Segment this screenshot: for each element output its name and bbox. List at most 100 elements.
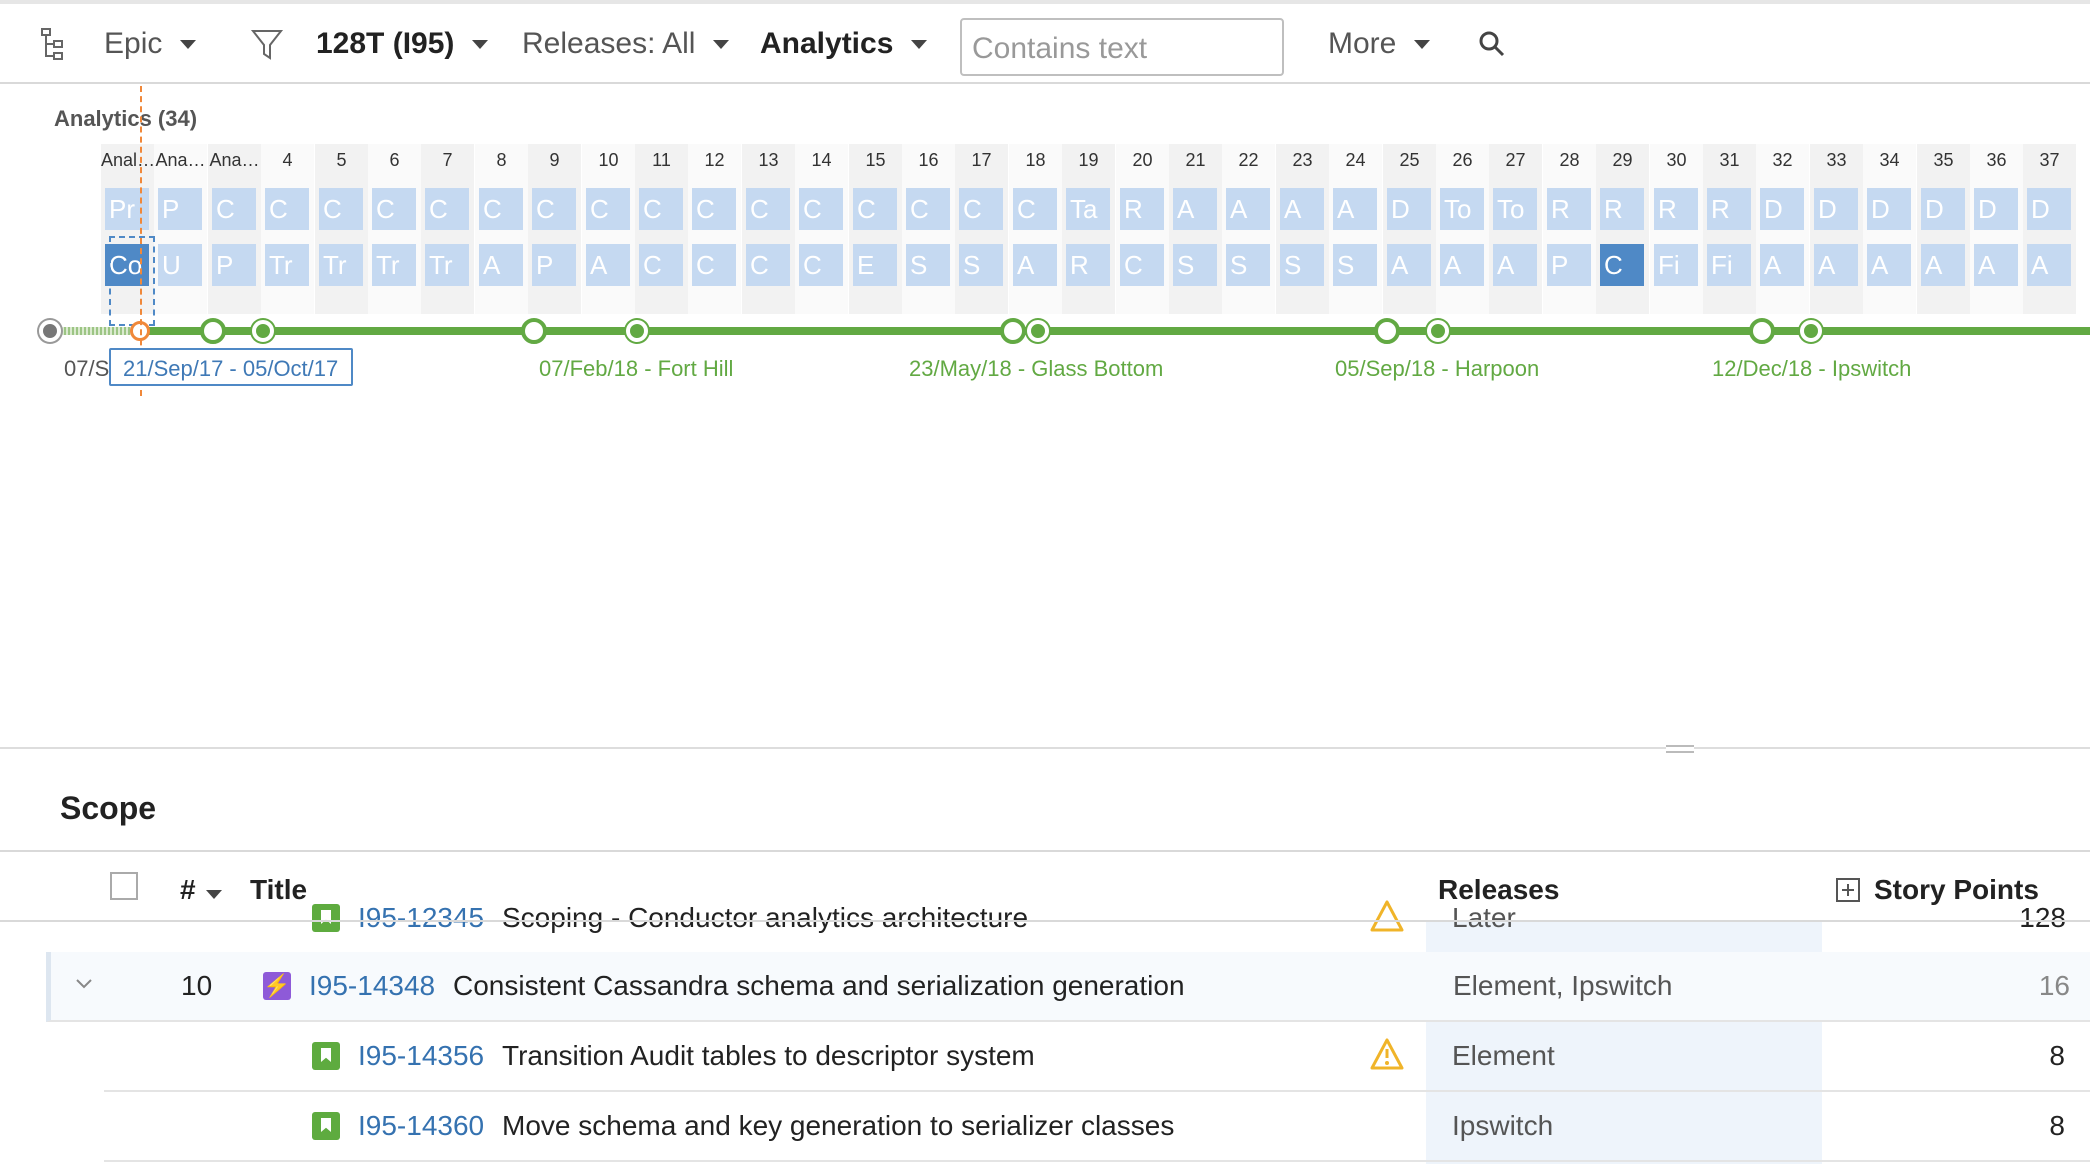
sprint-column-header[interactable]: 30 bbox=[1650, 150, 1703, 171]
issue-card[interactable]: A bbox=[1280, 188, 1324, 230]
sprint-column-header[interactable]: 7 bbox=[421, 150, 474, 171]
sprint-column-header[interactable]: 36 bbox=[1970, 150, 2023, 171]
milestone-label[interactable]: 23/May/18 - Glass Bottom bbox=[909, 356, 1163, 382]
search-input[interactable]: Contains text bbox=[960, 18, 1284, 76]
milestone-node[interactable] bbox=[1000, 318, 1026, 344]
sprint-column-header[interactable]: 14 bbox=[795, 150, 848, 171]
issue-card[interactable]: D bbox=[1921, 188, 1965, 230]
sprint-column-header[interactable]: 35 bbox=[1917, 150, 1970, 171]
sprint-column-header[interactable]: 9 bbox=[528, 150, 581, 171]
epic-dropdown[interactable]: Epic bbox=[104, 4, 197, 84]
issue-card[interactable]: P bbox=[1547, 244, 1591, 286]
sprint-column-header[interactable]: 28 bbox=[1543, 150, 1596, 171]
issue-card[interactable]: S bbox=[1333, 244, 1377, 286]
issue-card[interactable]: C bbox=[212, 188, 256, 230]
project-dropdown[interactable]: 128T (I95) bbox=[316, 4, 489, 84]
issue-card[interactable]: S bbox=[906, 244, 950, 286]
sprint-column-header[interactable]: 29 bbox=[1596, 150, 1649, 171]
column-title[interactable]: Title bbox=[250, 874, 307, 906]
sprint-column-header[interactable]: 33 bbox=[1810, 150, 1863, 171]
issue-card[interactable]: A bbox=[586, 244, 630, 286]
issue-title[interactable]: Consistent Cassandra schema and serializ… bbox=[453, 970, 1185, 1002]
issue-card[interactable]: C bbox=[586, 188, 630, 230]
issue-card[interactable]: A bbox=[1226, 188, 1270, 230]
sprint-column-header[interactable]: 26 bbox=[1436, 150, 1489, 171]
issue-card[interactable]: E bbox=[853, 244, 897, 286]
column-story-points[interactable]: Story Points bbox=[1836, 874, 2039, 906]
select-all-checkbox[interactable] bbox=[110, 872, 138, 900]
issue-card[interactable]: C bbox=[853, 188, 897, 230]
issue-card[interactable]: C bbox=[372, 188, 416, 230]
milestone-label[interactable]: 12/Dec/18 - Ipswitch bbox=[1712, 356, 1911, 382]
issue-card[interactable]: A bbox=[1921, 244, 1965, 286]
sprint-column-header[interactable]: 27 bbox=[1489, 150, 1542, 171]
issue-card[interactable]: P bbox=[532, 244, 576, 286]
issue-card[interactable]: C bbox=[746, 188, 790, 230]
issue-card[interactable]: P bbox=[212, 244, 256, 286]
sprint-column-header[interactable]: 22 bbox=[1222, 150, 1275, 171]
issue-card[interactable]: C bbox=[639, 188, 683, 230]
milestone-node[interactable] bbox=[626, 320, 648, 342]
issue-card[interactable]: U bbox=[158, 244, 202, 286]
sprint-column-header[interactable]: 5 bbox=[315, 150, 368, 171]
sprint-column-header[interactable]: 15 bbox=[849, 150, 902, 171]
chevron-down-icon[interactable] bbox=[75, 978, 93, 990]
issue-card[interactable]: S bbox=[959, 244, 1003, 286]
issue-card[interactable]: R bbox=[1066, 244, 1110, 286]
issue-card[interactable]: A bbox=[1387, 244, 1431, 286]
issue-card[interactable]: C bbox=[265, 188, 309, 230]
sprint-column-header[interactable]: 13 bbox=[742, 150, 795, 171]
issue-card[interactable]: C bbox=[319, 188, 363, 230]
funnel-icon[interactable] bbox=[250, 4, 284, 84]
issue-card[interactable]: C bbox=[692, 244, 736, 286]
column-releases[interactable]: Releases bbox=[1438, 874, 1559, 906]
issue-card[interactable]: C bbox=[906, 188, 950, 230]
issue-card[interactable]: C bbox=[746, 244, 790, 286]
milestone-node[interactable] bbox=[1027, 320, 1049, 342]
issue-card[interactable]: C bbox=[1013, 188, 1057, 230]
current-sprint-label[interactable]: 21/Sep/17 - 05/Oct/17 bbox=[109, 348, 353, 386]
expand-plus-icon[interactable] bbox=[1836, 878, 1860, 902]
issue-card[interactable]: C bbox=[425, 188, 469, 230]
issue-card[interactable]: Fi bbox=[1654, 244, 1698, 286]
sprint-column-header[interactable]: 17 bbox=[955, 150, 1008, 171]
issue-card[interactable]: A bbox=[1013, 244, 1057, 286]
sprint-column-header[interactable]: 10 bbox=[582, 150, 635, 171]
issue-card[interactable]: Tr bbox=[319, 244, 363, 286]
issue-id[interactable]: I95-14356 bbox=[358, 1040, 484, 1072]
issue-card[interactable]: C bbox=[959, 188, 1003, 230]
issue-card[interactable]: D bbox=[2027, 188, 2071, 230]
pane-splitter[interactable] bbox=[0, 747, 2090, 749]
issue-title[interactable]: Transition Audit tables to descriptor sy… bbox=[502, 1040, 1035, 1072]
releases-dropdown[interactable]: Releases: All bbox=[522, 4, 730, 84]
issue-card[interactable]: A bbox=[1867, 244, 1911, 286]
milestone-label[interactable]: 07/Feb/18 - Fort Hill bbox=[539, 356, 733, 382]
issue-card[interactable]: R bbox=[1654, 188, 1698, 230]
issue-card[interactable]: A bbox=[1440, 244, 1484, 286]
issue-card[interactable]: C bbox=[639, 244, 683, 286]
team-dropdown[interactable]: Analytics bbox=[760, 4, 928, 84]
issue-id[interactable]: I95-14360 bbox=[358, 1110, 484, 1142]
hierarchy-icon[interactable] bbox=[40, 4, 68, 84]
issue-card[interactable]: Pr bbox=[105, 188, 149, 230]
issue-card[interactable]: Tr bbox=[425, 244, 469, 286]
issue-card[interactable]: S bbox=[1226, 244, 1270, 286]
issue-card[interactable]: C bbox=[799, 244, 843, 286]
issue-card[interactable]: R bbox=[1600, 188, 1644, 230]
sprint-column-header[interactable]: 21 bbox=[1169, 150, 1222, 171]
sprint-column-header[interactable]: 20 bbox=[1116, 150, 1169, 171]
magnifier-icon[interactable] bbox=[1478, 4, 1506, 84]
issue-card[interactable]: Fi bbox=[1707, 244, 1751, 286]
issue-card[interactable]: D bbox=[1867, 188, 1911, 230]
issue-card[interactable]: To bbox=[1440, 188, 1484, 230]
issue-card[interactable]: A bbox=[1814, 244, 1858, 286]
table-row[interactable]: I95-14356 Transition Audit tables to des… bbox=[104, 1022, 2090, 1092]
issue-card[interactable]: D bbox=[1387, 188, 1431, 230]
issue-card[interactable]: R bbox=[1120, 188, 1164, 230]
timeline-start-node[interactable] bbox=[39, 320, 61, 342]
milestone-node[interactable] bbox=[1427, 320, 1449, 342]
issue-title[interactable]: Move schema and key generation to serial… bbox=[502, 1110, 1174, 1142]
sprint-column-header[interactable]: 16 bbox=[902, 150, 955, 171]
issue-card[interactable]: Ta bbox=[1066, 188, 1110, 230]
issue-card[interactable]: C bbox=[692, 188, 736, 230]
